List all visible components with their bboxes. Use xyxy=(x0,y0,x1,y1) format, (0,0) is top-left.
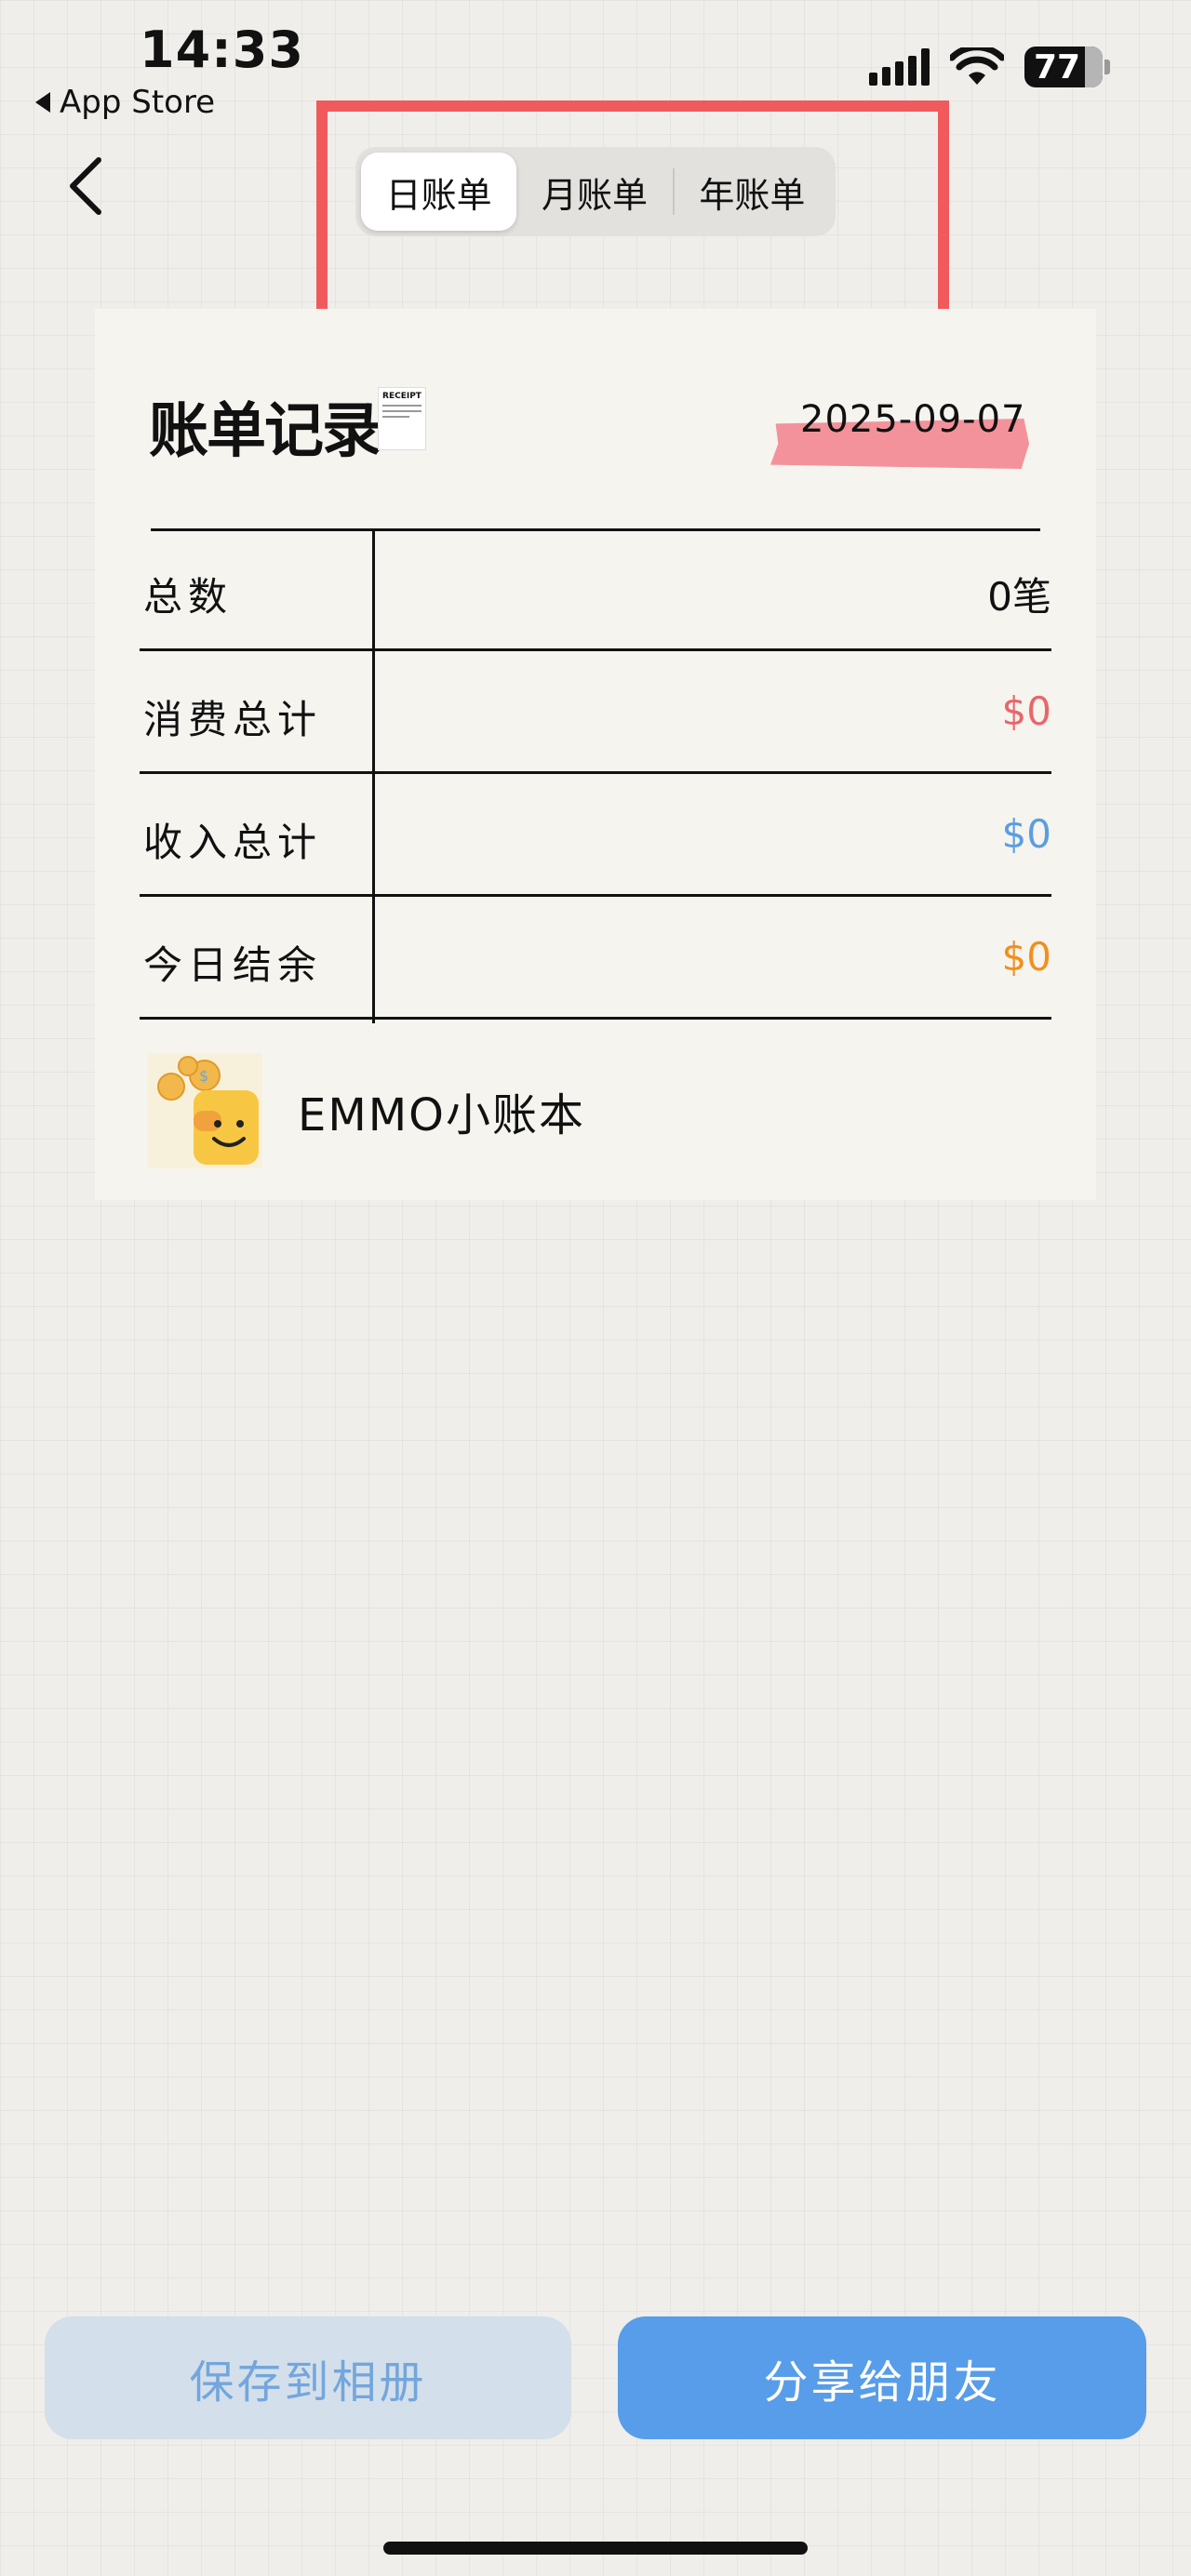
status-time: 14:33 xyxy=(140,20,304,79)
row-value: $0 xyxy=(1001,811,1051,857)
save-to-album-button[interactable]: 保存到相册 xyxy=(45,2316,571,2439)
status-icons: 77 xyxy=(869,47,1110,87)
battery-level: 77 xyxy=(1033,47,1081,87)
signal-icon xyxy=(869,48,930,86)
emmo-logo-icon: $ xyxy=(147,1053,262,1168)
back-to-app-store[interactable]: App Store xyxy=(35,84,215,121)
wifi-icon xyxy=(950,47,1004,85)
battery-icon: 77 xyxy=(1024,47,1110,87)
row-label: 收入总计 xyxy=(143,820,323,865)
row-label: 今日结余 xyxy=(143,942,323,988)
row-label: 消费总计 xyxy=(143,697,323,742)
bill-card: 账单记录 RECEIPT 2025-09-07 总数 0笔 消费总计 $0 收入… xyxy=(95,309,1096,1200)
table-row: 总数 0笔 xyxy=(140,528,1051,651)
table-row: 消费总计 $0 xyxy=(140,651,1051,774)
brand-name: EMMO小账本 xyxy=(298,1089,585,1141)
chevron-left-icon xyxy=(70,157,101,215)
bill-date: 2025-09-07 xyxy=(800,398,1026,441)
row-value: $0 xyxy=(1001,934,1051,980)
card-title: 账单记录 xyxy=(149,397,381,466)
brand-footer: $ EMMO小账本 xyxy=(147,1053,585,1168)
row-value: 0笔 xyxy=(987,574,1051,620)
back-app-label: App Store xyxy=(60,84,216,121)
back-button[interactable] xyxy=(58,149,114,223)
table-row: 收入总计 $0 xyxy=(140,774,1051,897)
back-triangle-icon xyxy=(35,92,50,113)
table-row: 今日结余 $0 xyxy=(140,897,1051,1020)
share-to-friends-button[interactable]: 分享给朋友 xyxy=(618,2316,1146,2439)
svg-text:$: $ xyxy=(199,1067,208,1085)
row-value: $0 xyxy=(1001,688,1051,734)
row-label: 总数 xyxy=(143,574,234,620)
receipt-icon: RECEIPT xyxy=(378,387,426,450)
home-indicator xyxy=(383,2542,808,2555)
